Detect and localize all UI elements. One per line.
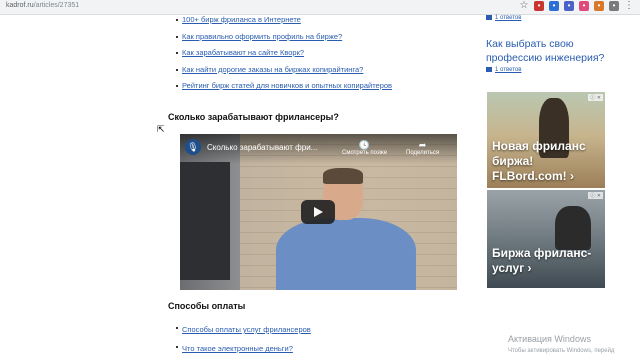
related-link[interactable]: Как найти дорогие заказы на биржах копир… [176,62,392,79]
share-label: Поделиться [406,150,440,156]
ad-text: Биржа фриланс- услуг › [492,246,592,275]
channel-avatar-icon[interactable]: 🎙 [185,139,201,155]
extension-pink-icon[interactable]: • [579,1,589,11]
watch-later-button[interactable]: 🕓 Смотреть позже [342,140,387,156]
related-link[interactable]: Рейтинг бирж статей для новичков и опытн… [176,78,392,95]
toolbar-icons: ☆ • • • • • • ⋮ [519,1,634,11]
section-heading-earnings: Сколько зарабатывают фрилансеры? [168,112,339,122]
extension-iq-icon[interactable]: • [564,1,574,11]
ad-close-icon[interactable]: ⓘ ✕ [588,192,603,199]
ad-close-icon[interactable]: ⓘ ✕ [588,94,603,101]
comment-bubble-icon [486,67,492,72]
comments-count-link[interactable]: 1 ответов [486,15,521,21]
video-presenter [276,168,416,290]
ad-photo-person [555,206,591,250]
mouse-cursor-icon: ⇱ [157,124,165,134]
ad-banner-freelance[interactable]: ⓘ ✕ Биржа фриланс- услуг › [487,190,605,288]
extension-blue-icon[interactable]: • [549,1,559,11]
video-title[interactable]: Сколько зарабатывают фри... [207,143,317,152]
comments-count-link[interactable]: 1 ответов [486,67,521,73]
extension-red-icon[interactable]: • [534,1,544,11]
ad-text: Новая фриланс биржа! FLBord.com! › [492,139,586,183]
extension-orange-icon[interactable]: • [594,1,604,11]
clock-icon: 🕓 [358,140,371,150]
video-background-panel [180,162,230,280]
related-link[interactable]: Как зарабатывают на сайте Кворк? [176,45,392,62]
related-links-list: 100+ бирж фриланса в Интернете Как прави… [176,12,392,95]
share-arrow-icon: ➦ [418,140,427,150]
play-button[interactable] [301,200,335,224]
share-button[interactable]: ➦ Поделиться [406,140,439,156]
video-player[interactable]: 🎙 Сколько зарабатывают фри... 🕓 Смотреть… [180,134,457,290]
payment-link[interactable]: Способы оплаты услуг фрилансеров [176,320,311,339]
url-field[interactable]: kadrof.ru/articles/27351 [6,2,79,9]
comment-bubble-icon [486,15,492,20]
more-menu-icon[interactable]: ⋮ [624,1,634,11]
payment-links-list: Способы оплаты услуг фрилансеров Что так… [176,320,311,358]
url-host: kadrof.ru [6,2,34,9]
windows-activation-subtext: Чтобы активировать Windows, перейд [508,348,615,354]
watch-later-label: Смотреть позже [342,150,388,156]
extension-gray-icon[interactable]: • [609,1,619,11]
payment-link[interactable]: Что такое электронные деньги? [176,339,311,358]
sidebar-article-title[interactable]: Как выбрать свою профессию инженерия? [486,37,606,65]
section-heading-payment: Способы оплаты [168,301,246,311]
bookmark-star-icon[interactable]: ☆ [519,1,529,11]
related-link[interactable]: 100+ бирж фриланса в Интернете [176,12,392,29]
ad-banner-flbord[interactable]: ⓘ ✕ Новая фриланс биржа! FLBord.com! › [487,92,605,188]
windows-activation-watermark: Активация Windows [508,334,591,344]
url-path: /articles/27351 [33,2,80,9]
related-link[interactable]: Как правильно оформить профиль на бирже? [176,29,392,46]
